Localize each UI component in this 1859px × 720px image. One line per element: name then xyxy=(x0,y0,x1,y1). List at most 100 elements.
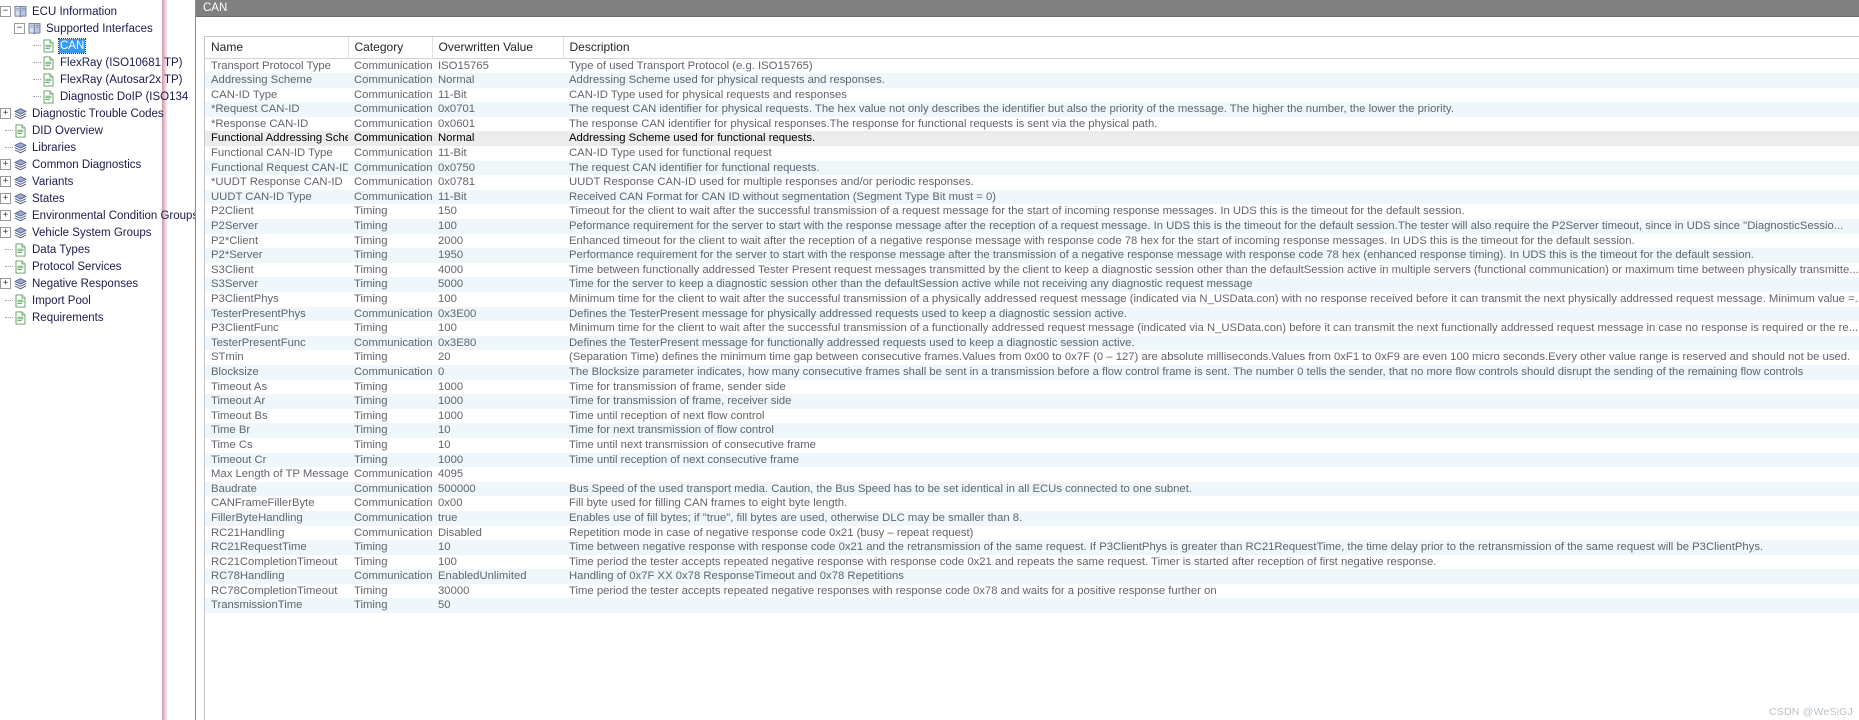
cell-overwritten-value[interactable]: EnabledUnlimited xyxy=(432,569,563,584)
cell-overwritten-value[interactable]: 0x0781 xyxy=(432,175,563,190)
cell-overwritten-value[interactable]: 0x3E00 xyxy=(432,306,563,322)
cell-overwritten-value[interactable]: 100 xyxy=(432,292,563,307)
column-header-name[interactable]: Name xyxy=(205,37,349,59)
table-row[interactable]: *UUDT Response CAN-ID Communication 0x0781… xyxy=(205,175,1859,190)
table-row[interactable]: RC21Handling Communication Disabled Repetit… xyxy=(205,526,1859,541)
cell-overwritten-value[interactable]: 1000 xyxy=(432,394,563,409)
table-row[interactable]: P2Server Timing 100 Peformance requirement … xyxy=(205,219,1859,234)
tree-expander-plus-icon[interactable]: + xyxy=(0,176,11,187)
cell-overwritten-value[interactable]: 0x0701 xyxy=(432,102,563,117)
cell-overwritten-value[interactable]: 4000 xyxy=(432,263,563,278)
cell-overwritten-value[interactable]: ISO15765 xyxy=(432,58,563,73)
table-row[interactable]: Addressing Scheme Communication Normal Addr… xyxy=(205,73,1859,88)
tab-can[interactable]: CAN xyxy=(203,0,227,17)
cell-overwritten-value[interactable]: 100 xyxy=(432,555,563,570)
tree-item-states[interactable]: + States xyxy=(0,190,195,207)
table-row[interactable]: FillerByteHandling Communication true Enabl… xyxy=(205,510,1859,526)
table-row[interactable]: Time Cs Timing 10 Time until next transmiss… xyxy=(205,438,1859,453)
tree-item-can[interactable]: CAN xyxy=(0,37,195,54)
table-row[interactable]: Blocksize Communication 0 The Blocksize par… xyxy=(205,364,1859,380)
table-row[interactable]: Functional CAN-ID Type Communication 11-Bi… xyxy=(205,146,1859,161)
tree-item-common-diagnostics[interactable]: + Common Diagnostics xyxy=(0,156,195,173)
column-header-overwritten-value[interactable]: Overwritten Value xyxy=(432,37,564,59)
cell-overwritten-value[interactable]: 11-Bit xyxy=(432,146,563,161)
tree-expander-plus-icon[interactable]: + xyxy=(0,108,11,119)
tree-item-variants[interactable]: + Variants xyxy=(0,173,195,190)
tree-expander-plus-icon[interactable]: + xyxy=(0,227,11,238)
table-row[interactable]: CAN-ID Type Communication 11-Bit CAN-ID Typ… xyxy=(205,88,1859,103)
tree-item-import-pool[interactable]: Import Pool xyxy=(0,292,195,309)
tree-expander-minus-icon[interactable]: − xyxy=(0,6,11,17)
cell-overwritten-value[interactable]: 100 xyxy=(432,219,563,234)
table-row[interactable]: P3ClientFunc Timing 100 Minimum time for th… xyxy=(205,321,1859,336)
table-row[interactable]: S3Server Timing 5000 Time for the server to… xyxy=(205,277,1859,292)
table-row[interactable]: UUDT CAN-ID Type Communication 11-Bit Recei… xyxy=(205,189,1859,205)
table-row[interactable]: STmin Timing 20 (Separation Time) defines t… xyxy=(205,350,1859,365)
cell-overwritten-value[interactable]: 50 xyxy=(432,598,563,614)
tree-expander-plus-icon[interactable]: + xyxy=(0,210,11,221)
cell-overwritten-value[interactable]: 10 xyxy=(432,540,563,555)
cell-overwritten-value[interactable]: 100 xyxy=(432,321,563,336)
cell-overwritten-value[interactable]: 150 xyxy=(432,204,563,219)
table-row[interactable]: TesterPresentFunc Communication 0x3E80 Defi… xyxy=(205,335,1859,351)
cell-overwritten-value[interactable]: 0 xyxy=(432,364,563,380)
cell-overwritten-value[interactable]: 11-Bit xyxy=(432,88,563,103)
cell-overwritten-value[interactable]: 10 xyxy=(432,438,563,453)
cell-overwritten-value[interactable]: 500000 xyxy=(432,481,563,497)
table-row[interactable]: CANFrameFillerByte Communication 0x00 Fill … xyxy=(205,496,1859,511)
tree-item-negative-responses[interactable]: + Negative Responses xyxy=(0,275,195,292)
cell-overwritten-value[interactable]: 4095 xyxy=(432,467,563,482)
table-row[interactable]: S3Client Timing 4000 Time between functiona… xyxy=(205,263,1859,278)
cell-overwritten-value[interactable]: 2000 xyxy=(432,234,563,249)
property-grid-scroll-area[interactable]: Name Category Overwritten Value Descript… xyxy=(204,36,1859,720)
column-header-category[interactable]: Category xyxy=(348,37,433,59)
navigation-tree-pane[interactable]: − ECU Information − Supported Interfaces CAN… xyxy=(0,0,196,720)
tree-item-environmental-condition-groups[interactable]: + Environmental Condition Groups xyxy=(0,207,195,224)
tree-item-supported-interfaces[interactable]: − Supported Interfaces xyxy=(0,20,195,37)
cell-overwritten-value[interactable]: 0x0601 xyxy=(432,117,563,132)
table-row[interactable]: Functional Request CAN-ID Communication 0x… xyxy=(205,160,1859,176)
tree-item-flexray-autosar2x-tp[interactable]: FlexRay (Autosar2x TP) xyxy=(0,71,195,88)
table-row[interactable]: Timeout Bs Timing 1000 Time until reception… xyxy=(205,409,1859,424)
tree-item-flexray-iso10681-tp[interactable]: FlexRay (ISO10681 TP) xyxy=(0,54,195,71)
table-row[interactable]: P3ClientPhys Timing 100 Minimum time for th… xyxy=(205,292,1859,307)
tree-item-diagnostic-doip-iso134[interactable]: Diagnostic DoIP (ISO134 xyxy=(0,88,195,105)
table-row[interactable]: Timeout Ar Timing 1000 Time for transmissio… xyxy=(205,394,1859,409)
column-header-description[interactable]: Description xyxy=(563,37,1859,59)
cell-overwritten-value[interactable]: 0x00 xyxy=(432,496,563,511)
cell-overwritten-value[interactable]: 1950 xyxy=(432,248,563,263)
cell-overwritten-value[interactable]: 20 xyxy=(432,350,563,365)
tab-bar[interactable]: CAN xyxy=(196,0,1859,17)
table-row[interactable]: P2*Server Timing 1950 Performance requireme… xyxy=(205,248,1859,263)
tree-expander-minus-icon[interactable]: − xyxy=(14,23,25,34)
cell-overwritten-value[interactable]: 1000 xyxy=(432,452,563,468)
table-row[interactable]: RC21CompletionTimeout Timing 100 Time perio… xyxy=(205,555,1859,570)
table-row[interactable]: RC78CompletionTimeout Timing 30000 Time per… xyxy=(205,584,1859,599)
cell-overwritten-value[interactable]: 30000 xyxy=(432,584,563,599)
cell-overwritten-value[interactable]: 1000 xyxy=(432,409,563,424)
cell-overwritten-value[interactable]: Normal xyxy=(432,131,563,147)
cell-overwritten-value[interactable]: Normal xyxy=(432,73,563,88)
table-row[interactable]: Max Length of TP Message Communication 409… xyxy=(205,467,1859,482)
cell-overwritten-value[interactable]: Disabled xyxy=(432,526,563,541)
tree-expander-plus-icon[interactable]: + xyxy=(0,159,11,170)
table-row[interactable]: Timeout As Timing 1000 Time for transmissio… xyxy=(205,380,1859,395)
cell-overwritten-value[interactable]: 1000 xyxy=(432,380,563,395)
tree-expander-plus-icon[interactable]: + xyxy=(0,278,11,289)
table-row[interactable]: P2Client Timing 150 Timeout for the client … xyxy=(205,204,1859,219)
table-row[interactable]: TransmissionTime Timing 50 xyxy=(205,598,1859,614)
tree-item-vehicle-system-groups[interactable]: + Vehicle System Groups xyxy=(0,224,195,241)
table-row[interactable]: Time Br Timing 10 Time for next transmissio… xyxy=(205,423,1859,438)
cell-overwritten-value[interactable]: 11-Bit xyxy=(432,189,563,205)
cell-overwritten-value[interactable]: 0x3E80 xyxy=(432,335,563,351)
table-row[interactable]: P2*Client Timing 2000 Enhanced timeout for … xyxy=(205,234,1859,249)
tree-item-libraries[interactable]: Libraries xyxy=(0,139,195,156)
table-row[interactable]: RC21RequestTime Timing 10 Time between nega… xyxy=(205,540,1859,555)
tree-item-requirements[interactable]: Requirements xyxy=(0,309,195,326)
cell-overwritten-value[interactable]: 5000 xyxy=(432,277,563,292)
table-row[interactable]: Timeout Cr Timing 1000 Time until reception… xyxy=(205,452,1859,468)
tree-item-ecu-information[interactable]: − ECU Information xyxy=(0,3,195,20)
cell-overwritten-value[interactable]: true xyxy=(432,510,563,526)
table-row[interactable]: TesterPresentPhys Communication 0x3E00 Defi… xyxy=(205,306,1859,322)
cell-overwritten-value[interactable]: 0x0750 xyxy=(432,160,563,176)
